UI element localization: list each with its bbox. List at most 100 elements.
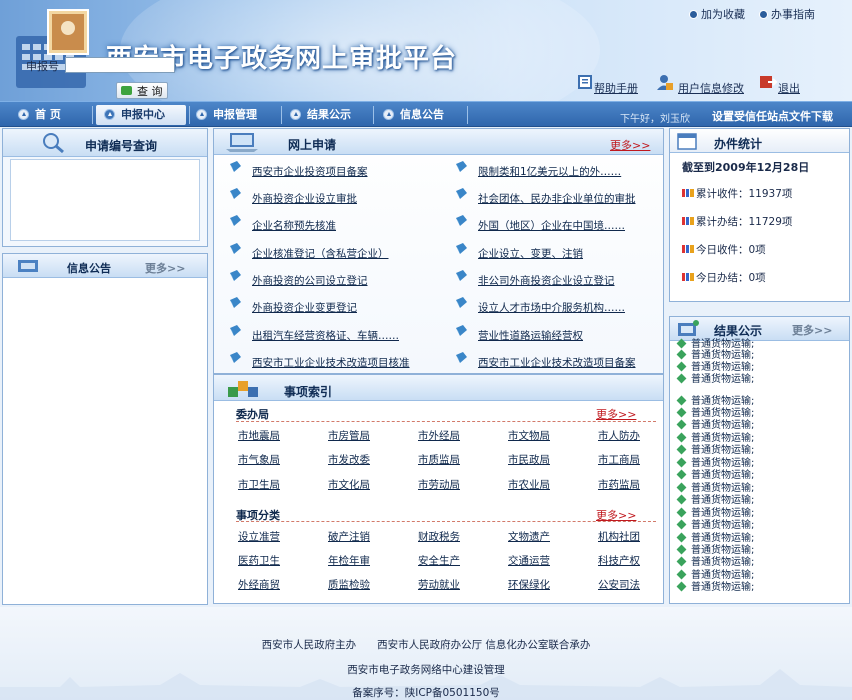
list-bullet-icon: [229, 351, 242, 364]
list-bullet-icon: [455, 214, 468, 227]
category-link[interactable]: 破产注销: [328, 529, 370, 544]
results-more-link[interactable]: 更多>>: [792, 322, 832, 338]
result-item[interactable]: 普通货物运输;: [676, 581, 754, 594]
list-bullet-icon: [455, 242, 468, 255]
online-item-right[interactable]: 限制类和1亿美元以上的外……: [478, 164, 621, 179]
bureau-section-title: 委办局: [236, 408, 269, 421]
category-link[interactable]: 安全生产: [418, 553, 460, 568]
online-item-left[interactable]: 西安市企业投资项目备案: [252, 164, 368, 179]
online-item-right[interactable]: 营业性道路运输经营权: [478, 328, 583, 343]
diamond-bullet-icon: [676, 469, 687, 480]
bureau-link[interactable]: 市房管局: [328, 428, 370, 443]
category-link[interactable]: 机构社团: [598, 529, 640, 544]
online-item-right[interactable]: 设立人才市场中介服务机构……: [478, 300, 625, 315]
category-link[interactable]: 交通运营: [508, 553, 550, 568]
category-link[interactable]: 财政税务: [418, 529, 460, 544]
category-link[interactable]: 科技产权: [598, 553, 640, 568]
user-info-edit-link[interactable]: 用户信息修改: [678, 80, 744, 96]
online-item-right[interactable]: 企业设立、变更、注销: [478, 246, 583, 261]
online-item-left[interactable]: 企业核准登记（含私营企业）: [252, 246, 389, 261]
result-item[interactable]: 普通货物运输;: [676, 407, 754, 420]
bureau-more-link[interactable]: 更多>>: [596, 406, 636, 422]
result-item[interactable]: 普通货物运输;: [676, 507, 754, 520]
result-item[interactable]: 普通货物运输;: [676, 373, 754, 386]
list-bullet-icon: [455, 160, 468, 173]
category-link[interactable]: 年检年审: [328, 553, 370, 568]
bureau-link[interactable]: 市地震局: [238, 428, 280, 443]
result-item[interactable]: 普通货物运输;: [676, 457, 754, 470]
result-item[interactable]: 普通货物运输;: [676, 482, 754, 495]
result-item[interactable]: 普通货物运输;: [676, 361, 754, 374]
category-link[interactable]: 劳动就业: [418, 577, 460, 592]
category-link[interactable]: 公安司法: [598, 577, 640, 592]
guide-link[interactable]: 办事指南: [759, 6, 815, 22]
result-item[interactable]: 普通货物运输;: [676, 556, 754, 569]
diamond-bullet-icon: [676, 556, 687, 567]
result-item[interactable]: 普通货物运输;: [676, 469, 754, 482]
online-item-left[interactable]: 外商投资企业变更登记: [252, 300, 357, 315]
bureau-link[interactable]: 市药监局: [598, 477, 640, 492]
result-item[interactable]: 普通货物运输;: [676, 395, 754, 408]
bureau-link[interactable]: 市文物局: [508, 428, 550, 443]
category-more-link[interactable]: 更多>>: [596, 507, 636, 523]
online-item-right[interactable]: 非公司外商投资企业设立登记: [478, 273, 615, 288]
online-item-left[interactable]: 企业名称预先核准: [252, 218, 336, 233]
diamond-bullet-icon: [676, 361, 687, 372]
bureau-link[interactable]: 市气象局: [238, 452, 280, 467]
bureau-link[interactable]: 市人防办: [598, 428, 640, 443]
online-item-left[interactable]: 外商投资企业设立审批: [252, 191, 357, 206]
trusted-site-download-link[interactable]: 设置受信任站点文件下载: [712, 108, 833, 124]
bureau-link[interactable]: 市文化局: [328, 477, 370, 492]
arrow-up-icon: [18, 109, 29, 120]
category-link[interactable]: 外经商贸: [238, 577, 280, 592]
result-item[interactable]: 普通货物运输;: [676, 444, 754, 457]
result-item[interactable]: 普通货物运输;: [676, 419, 754, 432]
bureau-link[interactable]: 市劳动局: [418, 477, 460, 492]
online-item-right[interactable]: 社会团体、民办非企业单位的审批: [478, 191, 636, 206]
list-bullet-icon: [229, 296, 242, 309]
bureau-link[interactable]: 市民政局: [508, 452, 550, 467]
nav-result-publicity[interactable]: 结果公示: [290, 105, 370, 125]
logout-link[interactable]: 退出: [778, 80, 800, 96]
online-item-left[interactable]: 外商投资的公司设立登记: [252, 273, 368, 288]
bureau-link[interactable]: 市卫生局: [238, 477, 280, 492]
info-notice-panel: 信息公告 更多>>: [2, 253, 208, 605]
nav-apply-center[interactable]: 申报中心: [96, 105, 186, 125]
online-more-link[interactable]: 更多>>: [610, 137, 650, 153]
bureau-link[interactable]: 市工商局: [598, 452, 640, 467]
add-favorite-link[interactable]: 加为收藏: [689, 6, 745, 22]
bureau-link[interactable]: 市质监局: [418, 452, 460, 467]
notice-more-link[interactable]: 更多>>: [145, 260, 185, 276]
help-manual-link[interactable]: 帮助手册: [594, 80, 638, 96]
category-link[interactable]: 环保绿化: [508, 577, 550, 592]
result-item[interactable]: 普通货物运输;: [676, 544, 754, 557]
category-link[interactable]: 质监检验: [328, 577, 370, 592]
nav-home[interactable]: 首 页: [14, 105, 86, 125]
apply-number-input[interactable]: [65, 57, 175, 73]
list-bullet-icon: [455, 351, 468, 364]
nav-info-notice[interactable]: 信息公告: [383, 105, 463, 125]
online-item-right[interactable]: 外国（地区）企业在中国境……: [478, 218, 625, 233]
online-item-right[interactable]: 西安市工业企业技术改造项目备案: [478, 355, 636, 370]
result-item[interactable]: 普通货物运输;: [676, 519, 754, 532]
bureau-link[interactable]: 市外经局: [418, 428, 460, 443]
category-link[interactable]: 文物遗产: [508, 529, 550, 544]
result-item[interactable]: 普通货物运输;: [676, 532, 754, 545]
bureau-link[interactable]: 市发改委: [328, 452, 370, 467]
check-icon: [121, 86, 132, 95]
query-button[interactable]: 查 询: [116, 82, 168, 99]
result-item[interactable]: 普通货物运输;: [676, 349, 754, 362]
notice-icon: [18, 260, 38, 272]
result-item[interactable]: 普通货物运输;: [676, 432, 754, 445]
diamond-bullet-icon: [676, 432, 687, 443]
diamond-bullet-icon: [676, 373, 687, 384]
result-item[interactable]: 普通货物运输;: [676, 569, 754, 582]
online-item-left[interactable]: 西安市工业企业技术改造项目核准: [252, 355, 410, 370]
category-link[interactable]: 设立准营: [238, 529, 280, 544]
category-link[interactable]: 医药卫生: [238, 553, 280, 568]
result-item[interactable]: 普通货物运输;: [676, 494, 754, 507]
nav-apply-management[interactable]: 申报管理: [196, 105, 276, 125]
bullet-icon: [689, 10, 698, 19]
bureau-link[interactable]: 市农业局: [508, 477, 550, 492]
online-item-left[interactable]: 出租汽车经营资格证、车辆……: [252, 328, 399, 343]
